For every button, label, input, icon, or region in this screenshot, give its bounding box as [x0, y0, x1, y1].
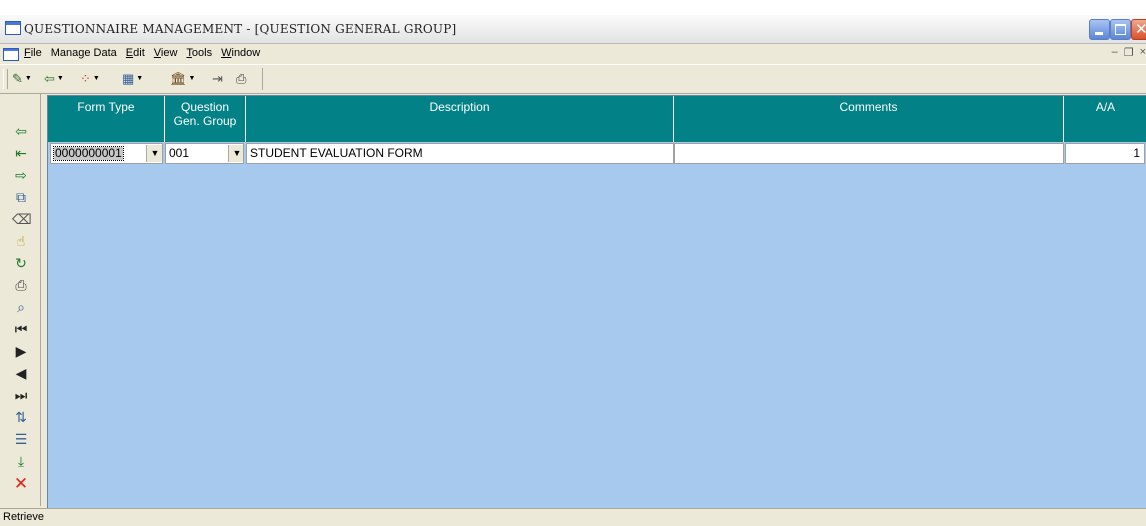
print-icon: ⎙ — [236, 71, 247, 86]
column-header-description[interactable]: Description — [246, 96, 674, 142]
cancel-icon[interactable]: ✕ — [12, 475, 30, 493]
edit-menu-icon: ✎ — [12, 71, 23, 86]
status-text: Retrieve — [3, 511, 44, 523]
print-icon[interactable]: ⎙ — [12, 277, 30, 295]
document-window-icon[interactable] — [3, 48, 19, 61]
menu-manage-data[interactable]: Manage Data — [51, 47, 117, 59]
maximize-button[interactable] — [1110, 19, 1131, 40]
record-toolbar: ⇦ ⇤ ⇨ ⧉ ⌫ ☝ ↻ ⎙ ⌕ ⏮ ▶ ◀ ⏭ ⇅ ☰ ⤓ ✕ — [0, 93, 41, 506]
edit-menu-button[interactable]: ✎ ▼ — [12, 70, 32, 88]
refresh-icon[interactable]: ↻ — [12, 255, 30, 273]
filter-icon: ⁘ — [80, 71, 91, 86]
grid-view-icon: ▦ — [122, 71, 135, 86]
next-record-icon[interactable]: ▶ — [12, 343, 30, 361]
first-record-icon[interactable]: ⏮ — [12, 321, 30, 339]
insert-icon[interactable]: ⇦ — [12, 123, 30, 141]
reports-icon: 🏛 — [170, 71, 187, 86]
filter-list-icon[interactable]: ☰ — [12, 431, 30, 449]
maximize-icon — [1115, 24, 1126, 35]
question-gen-group-dropdown[interactable]: 001 ▼ — [165, 143, 244, 164]
application-window: QUESTIONNAIRE MANAGEMENT - [QUESTION GEN… — [0, 15, 1146, 526]
menu-window[interactable]: Window — [221, 47, 260, 59]
save-icon[interactable]: ⤓ — [12, 453, 30, 471]
table-row[interactable]: 0000000001 ▼ 001 ▼ STUDENT EVALUATION FO… — [48, 143, 1146, 164]
preview-icon[interactable]: ⌕ — [12, 299, 30, 317]
minimize-button[interactable] — [1089, 19, 1110, 40]
description-field[interactable]: STUDENT EVALUATION FORM — [246, 143, 674, 164]
toolbar-grip[interactable] — [3, 69, 8, 89]
menu-view[interactable]: View — [154, 47, 178, 59]
window-title: QUESTIONNAIRE MANAGEMENT - [QUESTION GEN… — [24, 22, 457, 36]
insert-row-icon: ⇦ — [44, 71, 55, 86]
menu-file[interactable]: File — [24, 47, 42, 59]
grid-view-button[interactable]: ▦ ▼ — [122, 70, 143, 88]
column-header-comments[interactable]: Comments — [674, 96, 1064, 142]
chevron-down-icon[interactable]: ▼ — [146, 145, 162, 162]
mdi-restore-icon[interactable]: ❐ — [1124, 46, 1134, 59]
insert-row-button[interactable]: ⇦ ▼ — [44, 70, 64, 88]
chevron-down-icon: ▼ — [56, 75, 64, 82]
query-icon[interactable]: ☝ — [12, 233, 30, 251]
close-icon: ✕ — [1135, 20, 1146, 38]
menu-tools[interactable]: Tools — [186, 47, 212, 59]
previous-record-icon[interactable]: ◀ — [12, 365, 30, 383]
chevron-down-icon: ▼ — [92, 75, 100, 82]
column-header-form-type[interactable]: Form Type — [48, 96, 165, 142]
sort-icon[interactable]: ⇅ — [12, 409, 30, 427]
close-button[interactable]: ✕ — [1131, 19, 1146, 40]
reports-button[interactable]: 🏛 ▼ — [170, 70, 195, 88]
erase-icon[interactable]: ⌫ — [12, 211, 32, 229]
aa-field[interactable]: 1 — [1065, 143, 1145, 164]
minimize-icon — [1095, 32, 1103, 35]
copy-icon[interactable]: ⧉ — [12, 189, 30, 207]
form-type-value: 0000000001 — [53, 146, 124, 161]
question-gen-group-value: 001 — [169, 146, 190, 160]
last-record-icon[interactable]: ⏭ — [12, 387, 30, 405]
mdi-minimize-icon[interactable]: – — [1112, 46, 1118, 59]
exit-door-icon: ⇥ — [212, 71, 223, 86]
chevron-down-icon: ▼ — [188, 75, 196, 82]
chevron-down-icon: ▼ — [136, 75, 144, 82]
data-grid[interactable]: Form Type Question Gen. Group Descriptio… — [47, 95, 1146, 509]
filter-button[interactable]: ⁘ ▼ — [80, 70, 100, 88]
chevron-down-icon[interactable]: ▼ — [228, 145, 243, 162]
append-icon[interactable]: ⇤ — [12, 145, 30, 163]
title-bar[interactable]: QUESTIONNAIRE MANAGEMENT - [QUESTION GEN… — [0, 15, 1146, 44]
mdi-close-icon[interactable]: × — [1140, 46, 1146, 59]
app-window-icon[interactable] — [5, 21, 21, 35]
comments-field[interactable] — [674, 143, 1064, 164]
exit-button[interactable]: ⇥ — [212, 70, 223, 88]
delete-icon[interactable]: ⇨ — [12, 167, 30, 185]
menu-bar: File Manage Data Edit View Tools Window … — [0, 44, 1146, 63]
column-header-aa[interactable]: A/A — [1064, 96, 1146, 142]
form-type-dropdown[interactable]: 0000000001 ▼ — [50, 143, 163, 164]
menu-edit[interactable]: Edit — [126, 47, 145, 59]
status-bar: Retrieve — [0, 508, 1146, 526]
main-toolbar: ✎ ▼ ⇦ ▼ ⁘ ▼ ▦ ▼ 🏛 ▼ ⇥ ⎙ — [0, 64, 1146, 94]
chevron-down-icon: ▼ — [24, 75, 32, 82]
grid-header-row: Form Type Question Gen. Group Descriptio… — [48, 96, 1146, 142]
print-button[interactable]: ⎙ — [236, 70, 246, 88]
column-header-question-gen-group[interactable]: Question Gen. Group — [165, 96, 246, 142]
toolbar-separator — [262, 68, 263, 90]
